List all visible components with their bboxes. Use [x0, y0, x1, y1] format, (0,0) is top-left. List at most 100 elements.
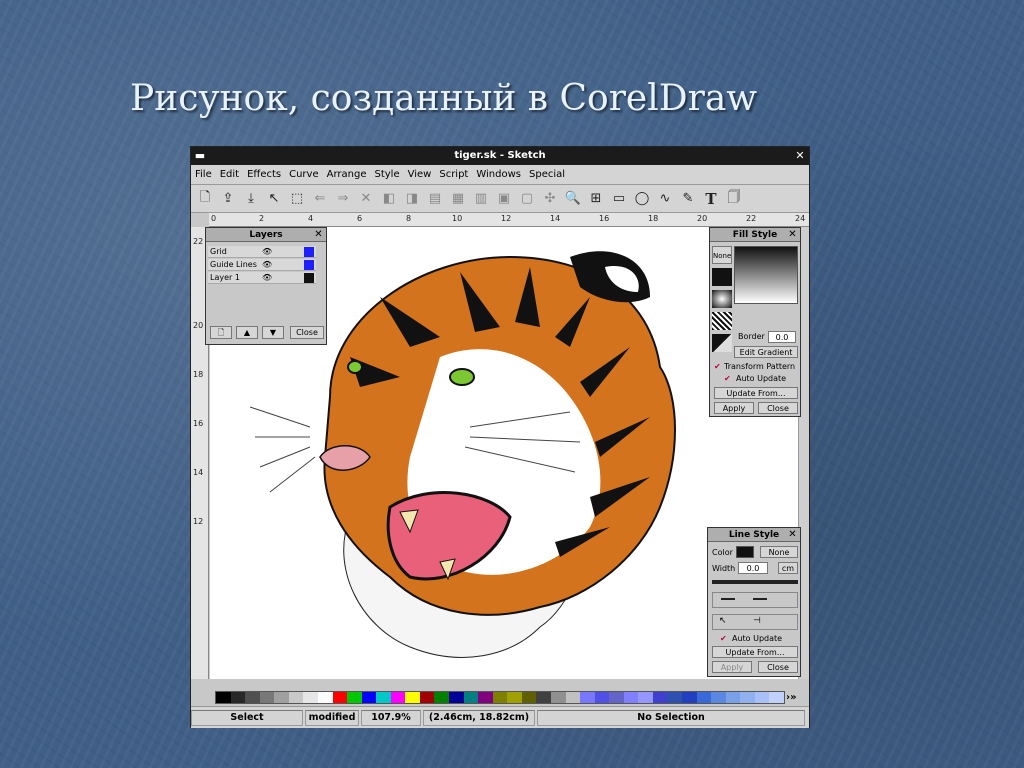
- back-icon[interactable]: ▢: [517, 188, 537, 210]
- palette-swatch[interactable]: [623, 692, 639, 703]
- palette-swatch[interactable]: [711, 692, 726, 703]
- palette-swatch[interactable]: [565, 692, 581, 703]
- redo-icon[interactable]: ⇒: [333, 188, 353, 210]
- eye-icon[interactable]: 👁: [262, 246, 272, 258]
- front-icon[interactable]: ▣: [494, 188, 514, 210]
- palette-swatch[interactable]: [376, 692, 391, 703]
- palette-swatch[interactable]: [361, 692, 377, 703]
- palette-swatch[interactable]: [652, 692, 668, 703]
- palette-swatch[interactable]: [216, 692, 231, 703]
- menu-script[interactable]: Script: [439, 169, 468, 180]
- line-color-swatch[interactable]: [736, 546, 754, 558]
- edit-gradient-button[interactable]: Edit Gradient: [734, 346, 798, 358]
- layer-color-swatch[interactable]: [304, 273, 314, 283]
- close-icon[interactable]: ✕: [786, 528, 799, 541]
- snap-icon[interactable]: ✣: [540, 188, 560, 210]
- palette-swatch[interactable]: [288, 692, 304, 703]
- palette-swatch[interactable]: [317, 692, 333, 703]
- update-from-button[interactable]: Update From...: [714, 387, 798, 399]
- pattern-fill-swatch[interactable]: [712, 290, 732, 308]
- group-icon[interactable]: ▦: [448, 188, 468, 210]
- layer-color-swatch[interactable]: [304, 260, 314, 270]
- no-line-button[interactable]: None: [760, 546, 798, 558]
- menu-curve[interactable]: Curve: [289, 169, 319, 180]
- palette-swatch[interactable]: [609, 692, 624, 703]
- palette-swatch[interactable]: [332, 692, 348, 703]
- edit-tool-icon[interactable]: ↖: [264, 188, 284, 210]
- update-from-button[interactable]: Update From...: [712, 646, 798, 658]
- dash-style-select[interactable]: [712, 592, 798, 608]
- solid-fill-swatch[interactable]: [712, 268, 732, 286]
- checkbox-icon[interactable]: ✔: [714, 362, 721, 371]
- palette-swatch[interactable]: [245, 692, 260, 703]
- menu-effects[interactable]: Effects: [247, 169, 281, 180]
- ellipse-icon[interactable]: ◯: [632, 188, 652, 210]
- palette-swatch[interactable]: [259, 692, 275, 703]
- palette-swatch[interactable]: [449, 692, 464, 703]
- palette-swatch[interactable]: [725, 692, 741, 703]
- palette-swatch[interactable]: [740, 692, 755, 703]
- new-layer-icon[interactable]: 🗋: [210, 326, 232, 339]
- eye-icon[interactable]: 👁: [262, 272, 272, 284]
- layer-row-grid[interactable]: Grid 👁: [208, 246, 316, 258]
- align-icon[interactable]: ▤: [425, 188, 445, 210]
- palette-swatch[interactable]: [492, 692, 508, 703]
- width-field[interactable]: 0.0: [738, 562, 768, 574]
- move-up-icon[interactable]: ▲: [236, 326, 258, 339]
- palette-swatch[interactable]: [419, 692, 435, 703]
- palette-swatch[interactable]: [682, 692, 697, 703]
- menu-style[interactable]: Style: [374, 169, 399, 180]
- menu-arrange[interactable]: Arrange: [327, 169, 367, 180]
- save-file-icon[interactable]: ⤓: [241, 188, 261, 210]
- page-icon[interactable]: 🗍: [724, 188, 744, 210]
- fill-panel-title[interactable]: Fill Style ✕: [710, 228, 800, 242]
- palette-swatch[interactable]: [536, 692, 551, 703]
- line-panel-title[interactable]: Line Style ✕: [708, 528, 800, 542]
- palette-swatch[interactable]: [754, 692, 770, 703]
- window-menu-icon[interactable]: ▬: [193, 149, 207, 163]
- layers-panel-title[interactable]: Layers ✕: [206, 228, 326, 242]
- palette-swatch[interactable]: [696, 692, 712, 703]
- rectangle-icon[interactable]: ▭: [609, 188, 629, 210]
- delete-icon[interactable]: ✕: [356, 188, 376, 210]
- palette-swatch[interactable]: [507, 692, 522, 703]
- layer-row-guide-lines[interactable]: Guide Lines 👁: [208, 259, 316, 271]
- palette-swatch[interactable]: [405, 692, 420, 703]
- palette-swatch[interactable]: [521, 692, 537, 703]
- palette-swatch[interactable]: [347, 692, 362, 703]
- text-icon[interactable]: T: [701, 188, 721, 210]
- palette-swatch[interactable]: [303, 692, 318, 703]
- ungroup-icon[interactable]: ▥: [471, 188, 491, 210]
- palette-swatch[interactable]: [274, 692, 289, 703]
- close-button[interactable]: Close: [290, 326, 324, 339]
- border-field[interactable]: 0.0: [768, 331, 796, 343]
- unit-select[interactable]: cm: [778, 562, 798, 574]
- palette-scroll-icon[interactable]: ›»: [786, 691, 808, 704]
- new-file-icon[interactable]: 🗋: [195, 188, 215, 210]
- apply-button[interactable]: Apply: [714, 402, 754, 414]
- close-icon[interactable]: ✕: [793, 149, 807, 163]
- palette-swatch[interactable]: [580, 692, 595, 703]
- bezier-icon[interactable]: ∿: [655, 188, 675, 210]
- palette-swatch[interactable]: [463, 692, 479, 703]
- zoom-icon[interactable]: 🔍: [563, 188, 583, 210]
- close-button[interactable]: Close: [758, 661, 798, 673]
- layer-row-layer-1[interactable]: Layer 1 👁: [208, 272, 316, 284]
- eye-icon[interactable]: 👁: [262, 259, 272, 271]
- no-fill-button[interactable]: None: [712, 246, 732, 264]
- menu-edit[interactable]: Edit: [220, 169, 239, 180]
- apply-button[interactable]: Apply: [712, 661, 752, 673]
- menu-view[interactable]: View: [408, 169, 432, 180]
- palette-swatch[interactable]: [667, 692, 682, 703]
- arrow-style-select[interactable]: ↖ ⊣: [712, 614, 798, 630]
- undo-icon[interactable]: ⇐: [310, 188, 330, 210]
- select-tool-icon[interactable]: ⬚: [287, 188, 307, 210]
- triangle-fill-swatch[interactable]: [712, 334, 732, 352]
- palette-swatch[interactable]: [230, 692, 246, 703]
- palette-swatch[interactable]: [594, 692, 610, 703]
- palette-swatch[interactable]: [390, 692, 406, 703]
- hatch-fill-swatch[interactable]: [712, 312, 732, 330]
- flip-h-icon[interactable]: ◧: [379, 188, 399, 210]
- menu-special[interactable]: Special: [529, 169, 565, 180]
- layer-color-swatch[interactable]: [304, 247, 314, 257]
